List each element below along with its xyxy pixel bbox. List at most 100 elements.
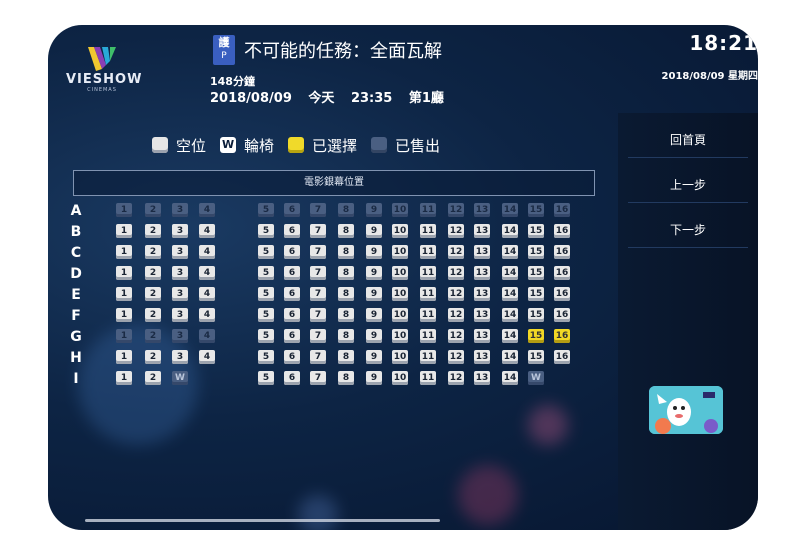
- seat-h-12[interactable]: 12: [448, 350, 464, 364]
- seat-i-12[interactable]: 12: [448, 371, 464, 385]
- seat-c-7[interactable]: 7: [310, 245, 326, 259]
- seat-h-4[interactable]: 4: [199, 350, 215, 364]
- seat-h-11[interactable]: 11: [420, 350, 436, 364]
- seat-f-12[interactable]: 12: [448, 308, 464, 322]
- seat-i-14[interactable]: 14: [502, 371, 518, 385]
- seat-c-10[interactable]: 10: [392, 245, 408, 259]
- seat-b-12[interactable]: 12: [448, 224, 464, 238]
- seat-f-3[interactable]: 3: [172, 308, 188, 322]
- seat-c-14[interactable]: 14: [502, 245, 518, 259]
- seat-b-10[interactable]: 10: [392, 224, 408, 238]
- seat-b-13[interactable]: 13: [474, 224, 490, 238]
- seat-f-2[interactable]: 2: [145, 308, 161, 322]
- seat-d-14[interactable]: 14: [502, 266, 518, 280]
- seat-c-2[interactable]: 2: [145, 245, 161, 259]
- next-step-button[interactable]: 下一步: [628, 213, 748, 248]
- seat-h-3[interactable]: 3: [172, 350, 188, 364]
- seat-i-6[interactable]: 6: [284, 371, 300, 385]
- seat-f-8[interactable]: 8: [338, 308, 354, 322]
- seat-d-3[interactable]: 3: [172, 266, 188, 280]
- seat-h-6[interactable]: 6: [284, 350, 300, 364]
- seat-f-11[interactable]: 11: [420, 308, 436, 322]
- seat-i-7[interactable]: 7: [310, 371, 326, 385]
- seat-d-15[interactable]: 15: [528, 266, 544, 280]
- seat-e-10[interactable]: 10: [392, 287, 408, 301]
- seat-i-10[interactable]: 10: [392, 371, 408, 385]
- seat-c-15[interactable]: 15: [528, 245, 544, 259]
- seat-g-6[interactable]: 6: [284, 329, 300, 343]
- seat-f-6[interactable]: 6: [284, 308, 300, 322]
- seat-i-11[interactable]: 11: [420, 371, 436, 385]
- seat-h-16[interactable]: 16: [554, 350, 570, 364]
- seat-f-1[interactable]: 1: [116, 308, 132, 322]
- seat-c-1[interactable]: 1: [116, 245, 132, 259]
- seat-f-7[interactable]: 7: [310, 308, 326, 322]
- seat-c-16[interactable]: 16: [554, 245, 570, 259]
- seat-f-10[interactable]: 10: [392, 308, 408, 322]
- seat-d-11[interactable]: 11: [420, 266, 436, 280]
- previous-step-button[interactable]: 上一步: [628, 168, 748, 203]
- seat-d-1[interactable]: 1: [116, 266, 132, 280]
- seat-b-1[interactable]: 1: [116, 224, 132, 238]
- seat-i-8[interactable]: 8: [338, 371, 354, 385]
- seat-b-15[interactable]: 15: [528, 224, 544, 238]
- seat-e-6[interactable]: 6: [284, 287, 300, 301]
- seat-c-8[interactable]: 8: [338, 245, 354, 259]
- seat-f-14[interactable]: 14: [502, 308, 518, 322]
- seat-g-8[interactable]: 8: [338, 329, 354, 343]
- seat-d-6[interactable]: 6: [284, 266, 300, 280]
- wheelchair-seat[interactable]: W: [172, 371, 188, 385]
- seat-d-10[interactable]: 10: [392, 266, 408, 280]
- seat-b-8[interactable]: 8: [338, 224, 354, 238]
- seat-b-16[interactable]: 16: [554, 224, 570, 238]
- wheelchair-seat[interactable]: W: [528, 371, 544, 385]
- seat-g-14[interactable]: 14: [502, 329, 518, 343]
- seat-e-15[interactable]: 15: [528, 287, 544, 301]
- seat-d-8[interactable]: 8: [338, 266, 354, 280]
- seat-e-8[interactable]: 8: [338, 287, 354, 301]
- seat-b-3[interactable]: 3: [172, 224, 188, 238]
- seat-i-2[interactable]: 2: [145, 371, 161, 385]
- seat-g-11[interactable]: 11: [420, 329, 436, 343]
- seat-g-7[interactable]: 7: [310, 329, 326, 343]
- seat-b-7[interactable]: 7: [310, 224, 326, 238]
- seat-e-7[interactable]: 7: [310, 287, 326, 301]
- seat-c-5[interactable]: 5: [258, 245, 274, 259]
- seat-e-14[interactable]: 14: [502, 287, 518, 301]
- seat-e-4[interactable]: 4: [199, 287, 215, 301]
- seat-f-4[interactable]: 4: [199, 308, 215, 322]
- seat-e-11[interactable]: 11: [420, 287, 436, 301]
- seat-d-4[interactable]: 4: [199, 266, 215, 280]
- seat-c-3[interactable]: 3: [172, 245, 188, 259]
- seat-c-4[interactable]: 4: [199, 245, 215, 259]
- seat-g-9[interactable]: 9: [366, 329, 382, 343]
- seat-b-14[interactable]: 14: [502, 224, 518, 238]
- seat-h-9[interactable]: 9: [366, 350, 382, 364]
- seat-d-5[interactable]: 5: [258, 266, 274, 280]
- seat-b-5[interactable]: 5: [258, 224, 274, 238]
- seat-d-9[interactable]: 9: [366, 266, 382, 280]
- seat-f-15[interactable]: 15: [528, 308, 544, 322]
- seat-i-5[interactable]: 5: [258, 371, 274, 385]
- seat-h-13[interactable]: 13: [474, 350, 490, 364]
- seat-i-13[interactable]: 13: [474, 371, 490, 385]
- seat-i-9[interactable]: 9: [366, 371, 382, 385]
- horizontal-scrollbar[interactable]: [85, 519, 440, 522]
- seat-h-7[interactable]: 7: [310, 350, 326, 364]
- seat-h-14[interactable]: 14: [502, 350, 518, 364]
- seat-g-15[interactable]: 15: [528, 329, 544, 343]
- seat-b-9[interactable]: 9: [366, 224, 382, 238]
- seat-f-13[interactable]: 13: [474, 308, 490, 322]
- seat-f-9[interactable]: 9: [366, 308, 382, 322]
- seat-g-12[interactable]: 12: [448, 329, 464, 343]
- seat-h-15[interactable]: 15: [528, 350, 544, 364]
- seat-b-2[interactable]: 2: [145, 224, 161, 238]
- seat-e-3[interactable]: 3: [172, 287, 188, 301]
- seat-d-7[interactable]: 7: [310, 266, 326, 280]
- seat-d-2[interactable]: 2: [145, 266, 161, 280]
- seat-b-11[interactable]: 11: [420, 224, 436, 238]
- seat-b-4[interactable]: 4: [199, 224, 215, 238]
- seat-f-5[interactable]: 5: [258, 308, 274, 322]
- seat-d-16[interactable]: 16: [554, 266, 570, 280]
- seat-i-1[interactable]: 1: [116, 371, 132, 385]
